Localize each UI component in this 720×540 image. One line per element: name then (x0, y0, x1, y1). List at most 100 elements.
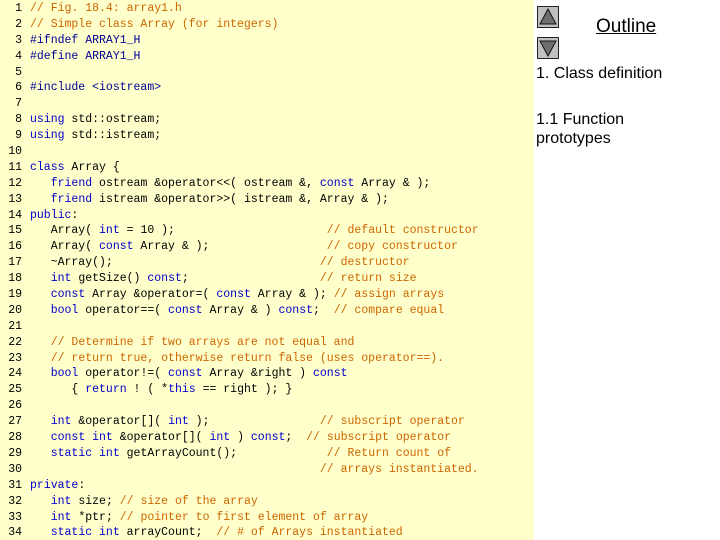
code-token: // copy constructor (326, 240, 458, 254)
line-number: 23 (8, 351, 22, 365)
code-token: = 10 ); (119, 224, 327, 238)
code-line: 19 const Array &operator=( const Array &… (0, 287, 479, 303)
line-number: 25 (8, 383, 22, 397)
code-line: 11 class Array { (0, 160, 479, 176)
code-line: 17 ~Array(); // destructor (0, 255, 479, 271)
outline-item-function-prototypes: 1.1 Function prototypes (536, 111, 625, 147)
code-line: 1 // Fig. 18.4: array1.h (0, 1, 479, 17)
code-token: using (30, 113, 65, 127)
line-number: 18 (8, 272, 22, 286)
code-token: const (168, 303, 203, 317)
code-token: ~Array(); (30, 256, 320, 270)
line-number: 16 (8, 240, 22, 254)
line-number: 5 (15, 65, 22, 79)
code-token: ! ( * (126, 383, 169, 397)
line-number: 31 (8, 478, 22, 492)
line-number: 11 (8, 160, 22, 174)
triangle-down-icon (539, 40, 557, 57)
code-listing: 1 // Fig. 18.4: array1.h 2 // Simple class … (0, 1, 479, 540)
code-line: 31 private: (0, 478, 479, 494)
code-line: 23 // return true, otherwise return fals… (0, 351, 479, 367)
code-line: 27 int &operator[]( int ); // subscript … (0, 414, 479, 430)
code-line: 18 int getSize() const; // return size (0, 271, 479, 287)
line-number: 19 (8, 288, 22, 302)
code-token: std::istream; (64, 129, 162, 143)
code-token: &operator[]( (112, 431, 210, 445)
line-number: 4 (15, 49, 22, 63)
line-number: 1 (15, 2, 22, 15)
code-token: // return size (319, 272, 417, 286)
code-token: &operator[]( (71, 415, 169, 429)
line-number: 32 (8, 494, 22, 508)
code-token: // Determine if two arrays are not equal… (50, 335, 355, 349)
code-token: Array & ); (250, 288, 334, 302)
code-token: #include <iostream> (30, 81, 162, 95)
code-token: // destructor (319, 256, 410, 270)
code-line: 24 bool operator!=( const Array &right )… (0, 366, 479, 382)
line-number: 3 (15, 33, 22, 47)
outline-title-link[interactable]: Outline (596, 16, 656, 38)
code-token: ) (230, 431, 251, 445)
line-number: 7 (15, 97, 22, 111)
previous-slide-button[interactable] (537, 6, 559, 28)
next-slide-button[interactable] (537, 37, 559, 59)
code-token: Array &operator=( (85, 288, 217, 302)
code-token: const (312, 367, 348, 381)
line-number: 30 (8, 462, 22, 476)
code-token: const (216, 288, 251, 302)
code-token: this (168, 383, 196, 397)
line-number: 8 (15, 113, 22, 127)
line-number: 12 (8, 176, 22, 190)
code-line: 13 friend istream &operator>>( istream &… (0, 192, 479, 208)
code-line: 2 // Simple class Array (for integers) (0, 17, 479, 33)
code-token: *ptr; (71, 510, 120, 524)
code-token: friend (50, 192, 93, 206)
code-token: int (50, 272, 72, 286)
code-token: ostream &operator<<( ostream &, (92, 176, 320, 190)
code-token: // pointer to first element of array (119, 510, 369, 524)
code-token: Array & ); (354, 176, 431, 190)
code-panel: 1 // Fig. 18.4: array1.h 2 // Simple class … (0, 0, 534, 540)
code-token: private (30, 478, 79, 492)
code-token: arrayCount; (119, 526, 217, 540)
code-token: int (50, 415, 72, 429)
code-line: 16 Array( const Array & ); // copy const… (0, 239, 479, 255)
code-token: Array { (64, 160, 120, 174)
code-token: // size of the array (119, 494, 258, 508)
triangle-up-icon (539, 8, 557, 25)
code-token: getArrayCount(); (119, 446, 327, 460)
code-line: 33 int *ptr; // pointer to first element… (0, 510, 479, 526)
code-line: 25 { return ! ( *this == right ); } (0, 382, 479, 398)
code-token: operator!=( (78, 367, 169, 381)
code-token: const (147, 272, 182, 286)
code-token: // Fig. 18.4: array1.h (30, 2, 182, 15)
code-token: int (168, 415, 189, 429)
line-number: 15 (8, 224, 22, 238)
code-token: class (30, 160, 65, 174)
code-token: : (71, 208, 79, 222)
code-line: 14 public: (0, 208, 479, 224)
code-token: public (30, 208, 72, 222)
outline-item-class-definition: 1. Class definition (536, 65, 663, 82)
line-number: 22 (8, 335, 22, 349)
code-token: { (30, 383, 86, 397)
line-number: 9 (15, 129, 22, 143)
code-token: // subscript operator (319, 415, 465, 429)
code-token: const int (50, 431, 113, 445)
code-token: // assign arrays (333, 288, 445, 302)
line-number: 33 (8, 510, 22, 524)
code-line: 34 static int arrayCount; // # of Arrays… (0, 525, 479, 540)
line-number: 29 (8, 446, 22, 460)
code-line: 20 bool operator==( const Array & ) cons… (0, 303, 479, 319)
